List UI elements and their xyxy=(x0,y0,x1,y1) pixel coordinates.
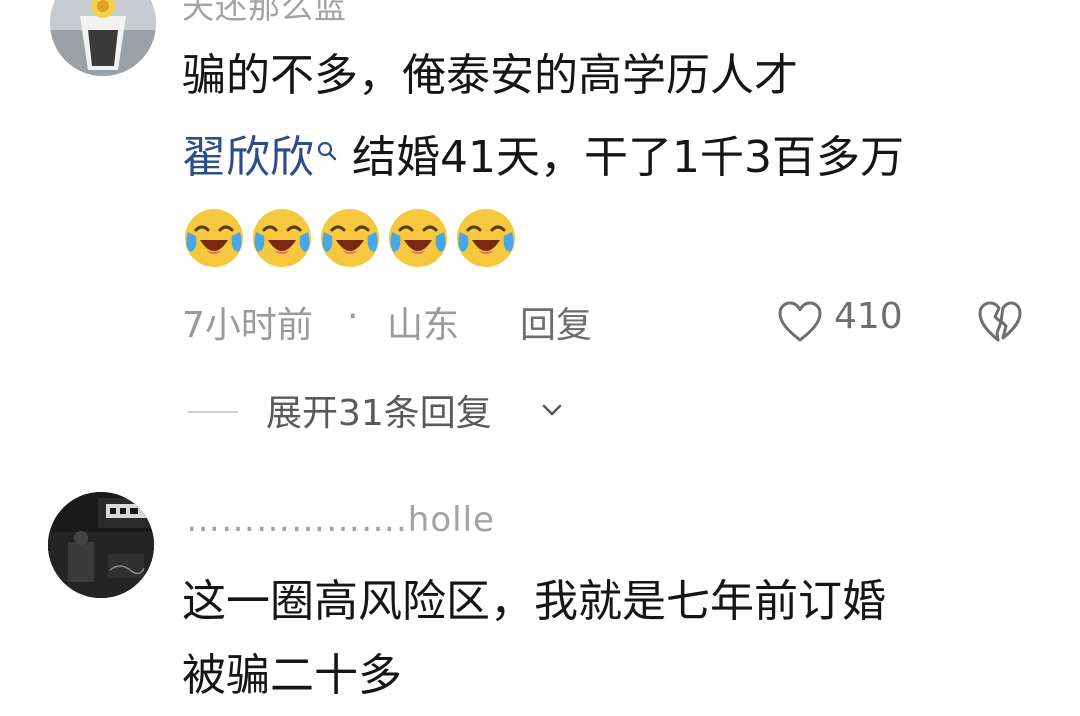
laughing-crying-emoji xyxy=(185,209,243,267)
mention-name: 翟欣欣 xyxy=(182,132,314,183)
comment-text-line: 翟欣欣 结婚41天，干了1千3百多万 xyxy=(182,130,904,186)
broken-heart-icon[interactable] xyxy=(977,300,1023,344)
comment-username[interactable]: 天还那么蓝 xyxy=(182,0,347,28)
heart-icon[interactable] xyxy=(777,300,823,344)
location: 山东 xyxy=(387,305,460,346)
laughing-crying-emoji xyxy=(389,209,447,267)
expand-replies-label: 展开31条回复 xyxy=(266,393,492,434)
laughing-crying-emoji xyxy=(457,209,515,267)
avatar[interactable] xyxy=(50,0,156,76)
comment-text: 被骗二十多 xyxy=(182,650,402,701)
expand-replies-button[interactable]: 展开31条回复 xyxy=(182,384,682,436)
comment-text: 骗的不多，俺泰安的高学历人才 xyxy=(182,50,798,101)
reply-button[interactable]: 回复 xyxy=(520,296,592,348)
divider xyxy=(188,411,238,413)
avatar-image xyxy=(50,0,156,76)
comment-text: 结婚41天，干了1千3百多万 xyxy=(352,132,904,183)
laughing-crying-emoji xyxy=(253,209,311,267)
emoji-row xyxy=(182,206,518,270)
search-icon xyxy=(316,128,338,184)
avatar[interactable] xyxy=(48,492,154,598)
chevron-down-icon xyxy=(542,404,562,416)
comment-text: 这一圈高风险区，我就是七年前订婚 xyxy=(182,576,886,627)
timestamp: 7小时前 xyxy=(182,305,313,346)
comment-feed: 天还那么蓝 骗的不多，俺泰安的高学历人才 翟欣欣 结婚41天，干了1千3百多万 7… xyxy=(0,0,1080,716)
like-count: 410 xyxy=(834,296,903,337)
mention-link[interactable]: 翟欣欣 xyxy=(182,132,338,183)
laughing-crying-emoji xyxy=(321,209,379,267)
separator-dot: · xyxy=(347,296,359,337)
avatar-image xyxy=(48,492,154,598)
comment-meta: 7小时前 · 山东 回复 410 xyxy=(182,296,1042,348)
comment-username[interactable]: ……………….holle xyxy=(186,500,495,540)
